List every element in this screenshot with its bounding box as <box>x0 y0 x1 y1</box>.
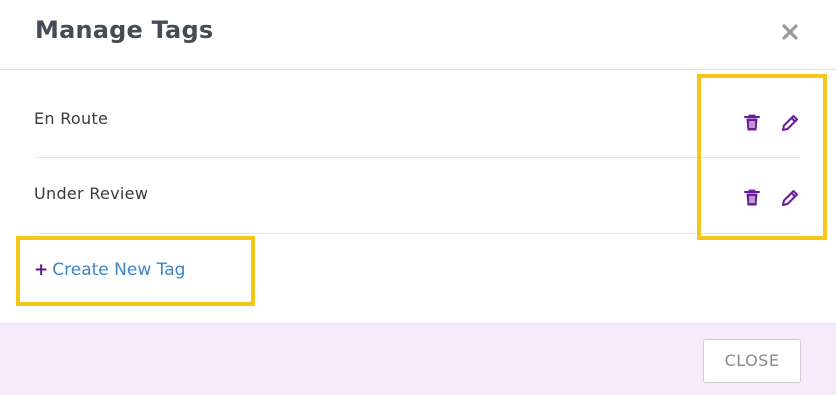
trash-icon[interactable] <box>741 187 763 209</box>
close-button[interactable]: CLOSE <box>703 339 801 383</box>
pencil-icon[interactable] <box>779 112 801 134</box>
create-new-tag-label: Create New Tag <box>52 260 186 280</box>
manage-tags-modal: Manage Tags En Route Under Review + Crea… <box>0 0 836 395</box>
tag-name: Under Review <box>34 184 149 203</box>
pencil-icon[interactable] <box>779 187 801 209</box>
tag-name: En Route <box>34 109 109 128</box>
close-icon[interactable] <box>778 20 802 44</box>
tag-row: En Route <box>34 82 800 158</box>
trash-icon[interactable] <box>741 112 763 134</box>
modal-title: Manage Tags <box>35 16 214 44</box>
modal-body: En Route Under Review + Create New Tag <box>0 70 836 323</box>
plus-icon: + <box>34 260 49 280</box>
modal-footer: CLOSE <box>0 323 836 395</box>
tag-row: Under Review <box>34 158 800 234</box>
modal-header: Manage Tags <box>0 0 836 70</box>
create-new-tag-link[interactable]: + Create New Tag <box>34 260 185 280</box>
